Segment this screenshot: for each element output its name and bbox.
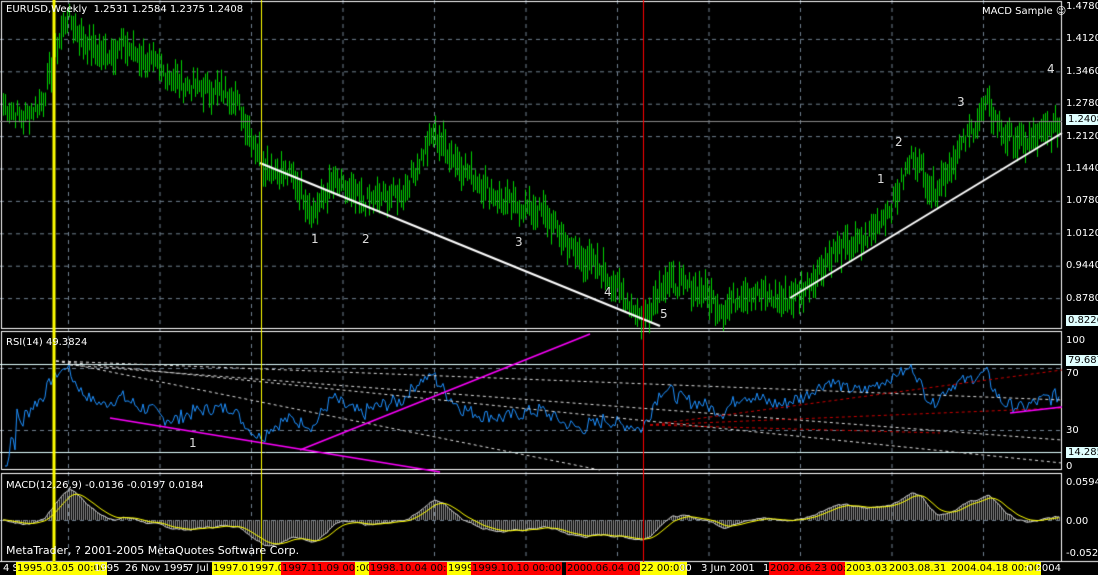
price-axis-label: 1.0120 xyxy=(1066,227,1098,239)
smiley-icon: ☺ xyxy=(1055,6,1067,17)
price-axis-label: 1.4120 xyxy=(1066,33,1098,45)
macd-level: 0.0594 xyxy=(1066,477,1098,488)
wave-label: 1 xyxy=(311,232,319,246)
macd-label: MACD(12,26,9) -0.0136 -0.0197 0.0184 xyxy=(6,480,204,491)
macd-level: -0.0526 xyxy=(1066,548,1098,559)
time-axis-label: 26 Nov 1995 xyxy=(125,563,190,574)
time-axis-label: n 2004 xyxy=(1026,563,1061,574)
wave-label: 1 xyxy=(877,172,885,186)
low-price-box: 0.8226 xyxy=(1066,315,1098,326)
wave-label: 4 xyxy=(604,285,612,299)
price-axis-label: 1.2120 xyxy=(1066,130,1098,142)
time-axis-label: 3 Jun 2001 xyxy=(701,563,755,574)
rsi-label: RSI(14) 49.3824 xyxy=(6,337,88,348)
wave-label: 5 xyxy=(660,307,668,321)
price-axis-label: 1.4780 xyxy=(1066,1,1098,12)
price-axis-label: 1.2780 xyxy=(1066,98,1098,110)
expert-advisor-label[interactable]: MACD Sample ☺ xyxy=(982,6,1066,18)
macd-level: 0.00 xyxy=(1066,516,1089,527)
rsi-box: 79.6875 xyxy=(1066,355,1098,366)
wave-label: 2 xyxy=(895,135,903,149)
time-axis-label: 1995 xyxy=(94,563,120,574)
price-axis-label: 0.8780 xyxy=(1066,292,1098,304)
time-axis-label: 00 xyxy=(679,563,692,574)
wave-label: 1 xyxy=(189,436,197,450)
wave-label: 3 xyxy=(515,235,523,249)
rsi-level: 0 xyxy=(1066,461,1073,472)
price-axis-label: 1.0780 xyxy=(1066,195,1098,207)
rsi-box: 14.2857 xyxy=(1066,447,1098,458)
rsi-level: 100 xyxy=(1066,335,1086,346)
current-price-box: 1.2408 xyxy=(1066,114,1098,125)
rsi-level: 70 xyxy=(1066,368,1079,379)
time-axis-label: 1997.0 xyxy=(248,562,285,575)
price-axis-label: 0.9440 xyxy=(1066,260,1098,272)
wave-label: 3 xyxy=(957,95,965,109)
time-axis-label: 1999.10.10 00:00 xyxy=(471,562,563,575)
rsi-level: 30 xyxy=(1066,425,1079,436)
wave-label: 4 xyxy=(1047,62,1055,76)
price-axis-label: 1.3460 xyxy=(1066,65,1098,77)
wave-label: 2 xyxy=(362,232,370,246)
price-axis-label: 1.1440 xyxy=(1066,163,1098,174)
copyright: MetaTrader, ? 2001-2005 MetaQuotes Softw… xyxy=(6,544,300,557)
chart-title: EURUSD,Weekly 1.2531 1.2584 1.2375 1.240… xyxy=(6,4,244,15)
